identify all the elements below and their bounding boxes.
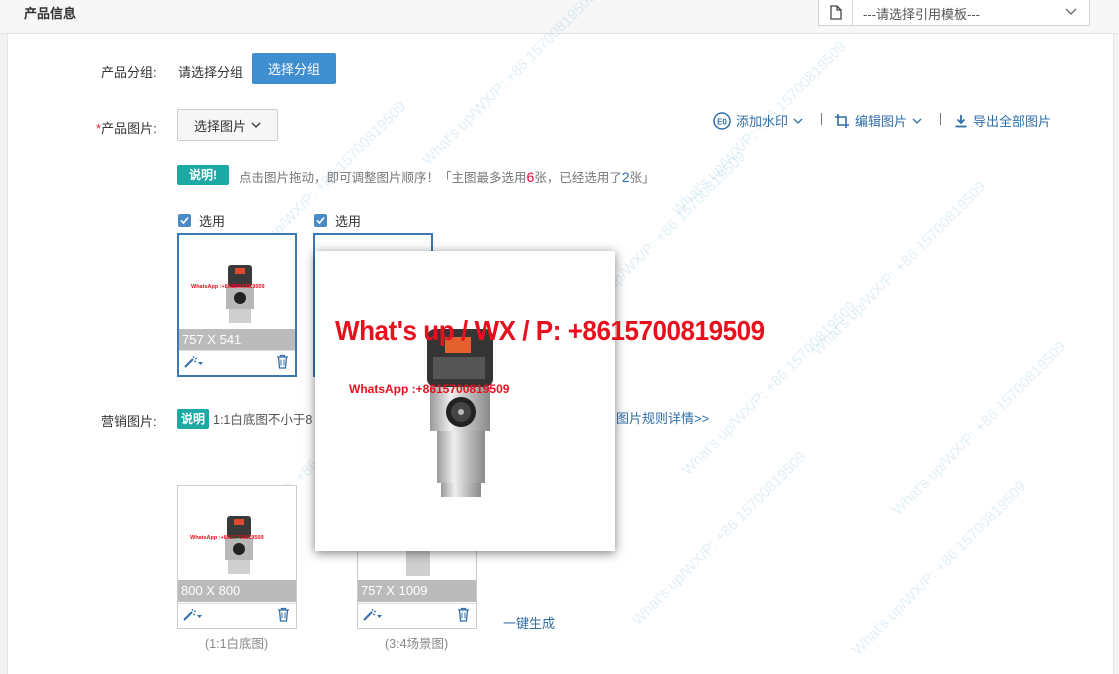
select-group-button[interactable]: 选择分组	[252, 53, 336, 84]
note-mid: 张，已经选用了	[534, 171, 622, 185]
trash-icon[interactable]	[457, 607, 470, 625]
chevron-down-icon	[251, 122, 261, 128]
use-checkbox-1[interactable]: 选用	[178, 211, 225, 230]
magic-wand-icon[interactable]	[183, 355, 203, 369]
separator	[821, 113, 822, 125]
trash-icon[interactable]	[276, 354, 289, 372]
document-icon	[819, 0, 853, 25]
chevron-down-icon	[793, 118, 803, 124]
magic-wand-icon[interactable]	[182, 608, 202, 622]
image-rules-link[interactable]: 图片规则详情>>	[616, 408, 709, 427]
image-order-note: 点击图片拖动，即可调整图片顺序！「主图最多选用6张，已经选用了2张」	[239, 167, 655, 186]
section-header: 产品信息 ---请选择引用模板---	[0, 0, 1119, 34]
group-label: 产品分组:	[101, 65, 157, 80]
image-dimensions: 757 X 541	[179, 329, 295, 351]
add-watermark-label: 添加水印	[736, 114, 789, 129]
checkbox-checked-icon	[178, 214, 191, 227]
thumb-whatsapp-text: WhatsApp :+8615700819509	[191, 284, 265, 290]
note-prefix: 点击图片拖动，即可调整图片顺序！「主图最多选用	[239, 171, 527, 185]
image-dimensions: 757 X 1009	[358, 580, 476, 602]
group-placeholder: 请选择分组	[178, 65, 244, 80]
trash-icon[interactable]	[277, 607, 290, 625]
edit-image-tool[interactable]: 编辑图片	[834, 111, 922, 130]
thumb-whatsapp-text: WhatsApp :+8615700819509	[190, 535, 264, 541]
product-images-label-text: 产品图片:	[101, 121, 157, 136]
marketing-image-1: WhatsApp :+8615700819509 800 X 800	[178, 486, 296, 603]
section-title: 产品信息	[24, 6, 77, 21]
product-images-label: *产品图片:	[96, 118, 157, 137]
use-label: 选用	[335, 214, 362, 229]
image-actions	[179, 350, 295, 375]
marketing-note-badge: 说明	[177, 409, 209, 429]
template-select[interactable]: ---请选择引用模板---	[818, 0, 1090, 26]
svg-text:E0: E0	[717, 117, 727, 126]
chevron-down-icon	[1065, 5, 1077, 20]
image-preview-popup: What's up / WX / P: +8615700819509 Whats…	[315, 251, 765, 551]
image-dimensions: 800 X 800	[178, 580, 296, 602]
image-actions	[358, 603, 476, 628]
product-image-1: WhatsApp :+8615700819509 757 X 541	[179, 235, 295, 352]
download-icon	[955, 114, 967, 127]
magic-wand-icon[interactable]	[362, 608, 382, 622]
select-images-button[interactable]: 选择图片	[177, 109, 278, 141]
image-actions	[178, 603, 296, 628]
marketing-images-label: 营销图片:	[101, 414, 157, 429]
crop-icon	[835, 113, 849, 128]
use-label: 选用	[199, 214, 226, 229]
separator	[940, 113, 941, 125]
whatsapp-text: WhatsApp :+8615700819509	[349, 382, 510, 396]
export-all-images-tool[interactable]: 导出全部图片	[954, 111, 1051, 130]
product-sensor-image	[427, 329, 493, 497]
export-all-images-label: 导出全部图片	[973, 114, 1052, 129]
product-image-card-1[interactable]: WhatsApp :+8615700819509 757 X 541	[177, 233, 297, 377]
note-used-count: 2	[621, 169, 630, 185]
marketing-image-card-1[interactable]: WhatsApp :+8615700819509 800 X 800	[177, 485, 297, 629]
select-images-label: 选择图片	[193, 118, 246, 134]
generate-one-click-link[interactable]: 一键生成	[503, 613, 555, 632]
note-suffix: 张」	[629, 171, 655, 185]
add-watermark-tool[interactable]: E0 添加水印	[713, 111, 803, 130]
note-badge: 说明!	[177, 165, 229, 185]
edit-image-label: 编辑图片	[855, 114, 908, 129]
image-caption: (3:4场景图)	[385, 637, 449, 651]
image-caption: (1:1白底图)	[205, 637, 269, 651]
checkbox-checked-icon	[314, 214, 327, 227]
watermark-icon: E0	[713, 111, 731, 130]
use-checkbox-2[interactable]: 选用	[314, 211, 361, 230]
overlay-contact-text: What's up / WX / P: +8615700819509	[335, 315, 765, 346]
marketing-note-text: 1:1白底图不小于8	[213, 413, 313, 427]
chevron-down-icon	[912, 118, 922, 124]
template-select-value: ---请选择引用模板---	[863, 7, 980, 22]
